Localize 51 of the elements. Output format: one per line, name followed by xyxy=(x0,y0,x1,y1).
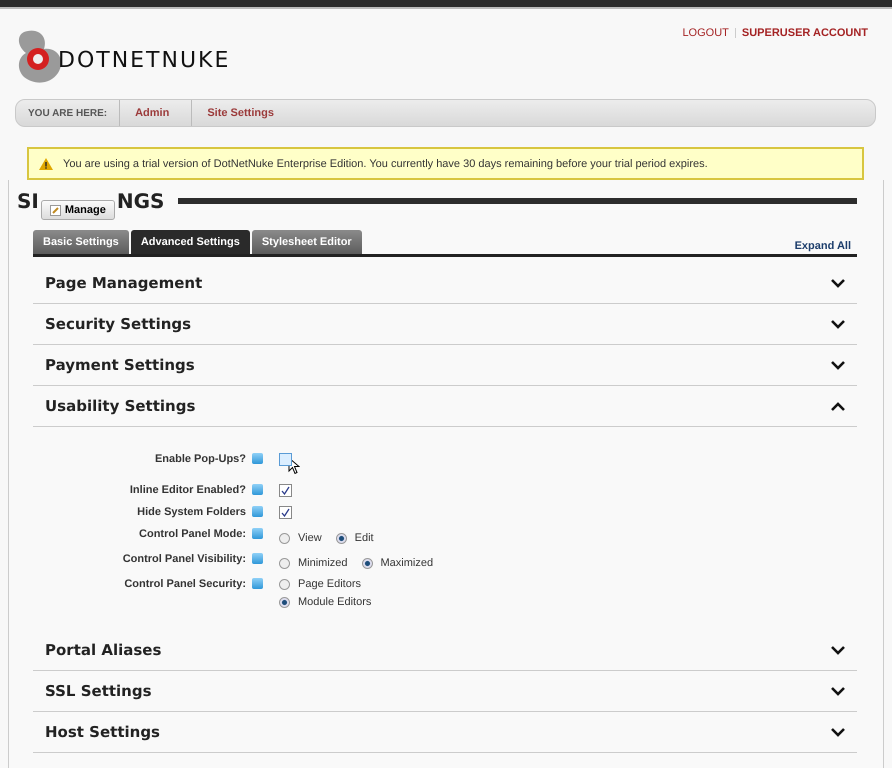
section-title: Page Management xyxy=(45,274,202,292)
field-label: Inline Editor Enabled? xyxy=(130,484,246,496)
manage-button[interactable]: Manage xyxy=(40,200,115,220)
tab[interactable]: Basic Settings xyxy=(33,230,129,254)
radio-option[interactable]: Module Editors xyxy=(279,596,857,608)
header-link[interactable]: LOGOUT xyxy=(682,27,729,39)
section-header[interactable]: Security Settings xyxy=(33,304,857,345)
pencil-icon xyxy=(50,204,61,216)
breadcrumb-label: YOU ARE HERE: xyxy=(16,100,120,126)
header-link[interactable]: SUPERUSER ACCOUNT xyxy=(742,27,868,39)
tab[interactable]: Advanced Settings xyxy=(130,230,250,254)
section-header[interactable]: SSL Settings xyxy=(33,671,857,712)
field-label: Control Panel Security: xyxy=(124,578,246,590)
radio-option[interactable]: View xyxy=(279,532,322,544)
field-label: Control Panel Mode: xyxy=(139,528,246,540)
page-title: SI xyxy=(17,189,39,213)
section-header[interactable]: Page Management xyxy=(33,263,857,304)
radio-option[interactable]: Page Editors xyxy=(279,578,857,590)
section-title: SSL Settings xyxy=(45,682,152,700)
help-icon[interactable] xyxy=(252,453,263,464)
warning-text: You are using a trial version of DotNetNuke Enterprise Edition. You currently have 30 days remaining before your trial period expires. xyxy=(63,158,708,170)
section-header[interactable]: Host Settings xyxy=(33,712,857,753)
help-icon[interactable] xyxy=(252,578,263,589)
breadcrumb-link[interactable]: Admin xyxy=(120,100,192,126)
section-title: Payment Settings xyxy=(45,356,195,374)
breadcrumb-link[interactable]: Site Settings xyxy=(192,100,296,126)
warning-icon xyxy=(39,158,53,170)
help-icon[interactable] xyxy=(252,553,263,564)
page-title: NGS xyxy=(116,189,164,213)
field-label: Control Panel Visibility: xyxy=(122,553,246,565)
radio-option[interactable]: Minimized xyxy=(279,557,348,569)
checkbox[interactable] xyxy=(279,453,292,466)
field-label: Hide System Folders xyxy=(137,506,246,518)
tab[interactable]: Stylesheet Editor xyxy=(252,230,362,254)
section-header[interactable]: Portal Aliases xyxy=(33,630,857,671)
help-icon[interactable] xyxy=(252,484,263,495)
section-header[interactable]: Payment Settings xyxy=(33,345,857,386)
field-label: Enable Pop-Ups? xyxy=(154,453,246,465)
checkbox[interactable] xyxy=(279,506,292,519)
section-title: Security Settings xyxy=(45,315,192,333)
help-icon[interactable] xyxy=(252,528,263,539)
section-title: Host Settings xyxy=(45,723,160,741)
section-title: Usability Settings xyxy=(45,397,196,415)
section-title: Portal Aliases xyxy=(45,641,162,659)
logo-text: DOTNETNUKE xyxy=(58,48,230,73)
radio-option[interactable]: Maximized xyxy=(362,557,434,569)
section-header[interactable]: Usability Settings xyxy=(33,386,857,427)
radio-option[interactable]: Edit xyxy=(336,532,374,544)
expand-all-link[interactable]: Expand All xyxy=(788,240,857,254)
help-icon[interactable] xyxy=(252,506,263,517)
checkbox[interactable] xyxy=(279,484,292,497)
